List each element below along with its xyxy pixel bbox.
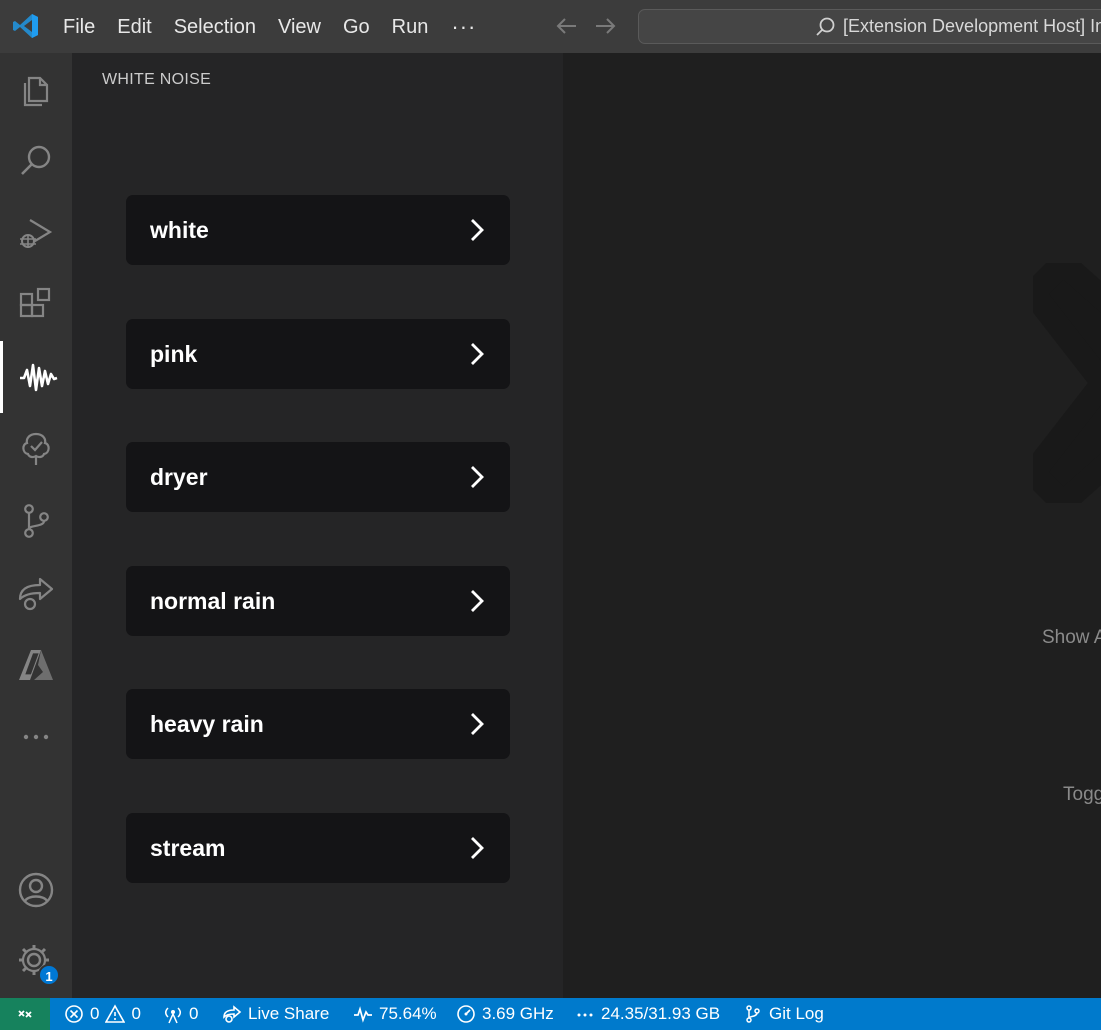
noise-button-label: white — [150, 216, 209, 243]
freq-value: 3.69 GHz — [482, 1004, 554, 1023]
tree-icon — [22, 432, 50, 465]
search-icon — [21, 145, 51, 175]
explorer-icon — [23, 76, 49, 107]
menu-edit[interactable]: Edit — [106, 9, 162, 45]
activity-manage[interactable]: 1 — [0, 926, 72, 998]
chevron-right-icon — [471, 343, 484, 365]
ports-count: 0 — [189, 1004, 199, 1023]
menu-go[interactable]: Go — [332, 9, 381, 45]
activity-azure[interactable] — [0, 629, 72, 701]
memory-status[interactable]: 24.35/31.93 GB — [575, 998, 720, 1030]
chevron-right-icon — [471, 466, 484, 488]
noise-button-label: dryer — [150, 463, 208, 490]
azure-icon — [19, 650, 53, 680]
editor-hint-toggle: Togg — [1063, 784, 1101, 805]
noise-button-label: normal rain — [150, 587, 276, 614]
vscode-logo-icon[interactable] — [12, 12, 40, 40]
run-debug-icon — [20, 219, 53, 248]
editor-hint-show: Show A — [1042, 627, 1101, 648]
activity-extensions[interactable] — [0, 269, 72, 341]
forward-arrow-icon[interactable] — [592, 13, 618, 39]
remote-icon — [18, 1010, 32, 1018]
git-log-status[interactable]: Git Log — [743, 998, 824, 1030]
live-share-icon — [18, 577, 54, 611]
noise-button-white[interactable]: white — [126, 195, 510, 265]
activity-white-noise[interactable] — [0, 341, 72, 413]
chevron-right-icon — [471, 713, 484, 735]
noise-button-pink[interactable]: pink — [126, 319, 510, 389]
dashboard-icon — [457, 1005, 475, 1023]
git-branch-icon — [746, 1005, 760, 1023]
settings-badge: 1 — [38, 964, 60, 986]
pulse-icon — [354, 1006, 372, 1023]
sidebar: WHITE NOISE white pink dryer normal rain… — [72, 53, 563, 998]
menu-bar: File Edit Selection View Go Run ··· — [52, 0, 488, 53]
title-bar: File Edit Selection View Go Run ··· [Ext… — [0, 0, 1101, 53]
activity-source-control[interactable] — [0, 485, 72, 557]
activity-search[interactable] — [0, 125, 72, 197]
ellipsis-icon — [577, 1013, 593, 1017]
activity-run-debug[interactable] — [0, 197, 72, 269]
activity-explorer[interactable] — [0, 53, 72, 125]
editor-area: Show A Togg — [563, 53, 1101, 998]
menu-selection[interactable]: Selection — [163, 9, 267, 45]
white-noise-icon — [19, 363, 57, 392]
activity-bar: 1 — [0, 53, 72, 998]
ports-status[interactable]: 0 — [163, 998, 198, 1030]
freq-status[interactable]: 3.69 GHz — [456, 998, 554, 1030]
menu-file[interactable]: File — [52, 9, 106, 45]
search-icon — [816, 17, 835, 36]
noise-button-heavy-rain[interactable]: heavy rain — [126, 689, 510, 759]
status-bar: 0 0 0 Live Share 75.64% 3.69 GHz 24.35/3… — [0, 998, 1101, 1030]
chevron-right-icon — [471, 590, 484, 612]
live-share-label: Live Share — [248, 1004, 330, 1023]
vscode-watermark-icon — [1033, 263, 1101, 503]
noise-button-label: pink — [150, 340, 198, 367]
problems-status[interactable]: 0 0 — [64, 998, 141, 1030]
noise-button-normal-rain[interactable]: normal rain — [126, 566, 510, 636]
cpu-status[interactable]: 75.64% — [353, 998, 437, 1030]
account-icon — [18, 872, 54, 908]
activity-tree[interactable] — [0, 413, 72, 485]
back-arrow-icon[interactable] — [554, 13, 580, 39]
source-control-icon — [24, 504, 49, 538]
menu-more-button[interactable]: ··· — [439, 14, 488, 40]
activity-accounts[interactable] — [0, 854, 72, 926]
activity-more[interactable] — [0, 701, 72, 773]
live-share-status[interactable]: Live Share — [222, 998, 329, 1030]
noise-button-label: heavy rain — [150, 710, 264, 737]
error-count: 0 — [90, 1004, 100, 1023]
extensions-icon — [19, 287, 51, 318]
chevron-right-icon — [471, 219, 484, 241]
live-share-icon — [223, 1005, 242, 1023]
warning-count: 0 — [131, 1004, 141, 1023]
git-log-label: Git Log — [769, 1004, 824, 1023]
error-icon — [65, 1005, 83, 1023]
remote-indicator[interactable] — [0, 998, 50, 1030]
menu-run[interactable]: Run — [381, 9, 440, 45]
warning-icon — [105, 1004, 126, 1023]
chevron-right-icon — [471, 837, 484, 859]
noise-button-label: stream — [150, 834, 226, 861]
broadcast-icon — [165, 1007, 181, 1024]
command-center[interactable]: [Extension Development Host] Im — [638, 9, 1101, 44]
command-center-text: [Extension Development Host] Im — [843, 16, 1101, 36]
noise-button-stream[interactable]: stream — [126, 813, 510, 883]
menu-view[interactable]: View — [267, 9, 332, 45]
memory-value: 24.35/31.93 GB — [601, 1004, 721, 1023]
more-icon — [23, 734, 49, 740]
cpu-value: 75.64% — [379, 1004, 437, 1023]
noise-button-dryer[interactable]: dryer — [126, 442, 510, 512]
sidebar-title: WHITE NOISE — [102, 71, 212, 88]
activity-live-share[interactable] — [0, 557, 72, 629]
